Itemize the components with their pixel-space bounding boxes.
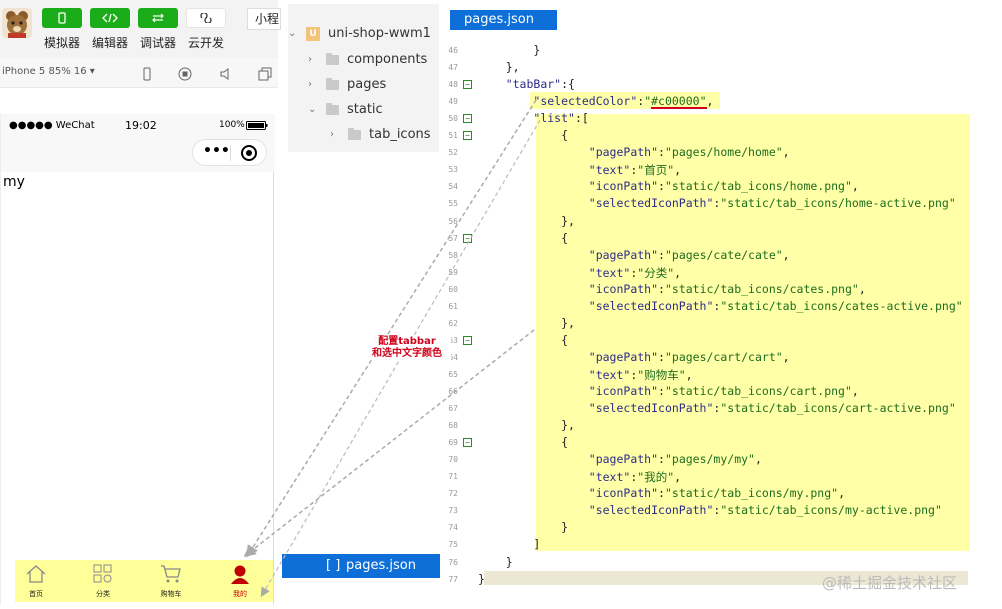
arrow-selected-color (246, 99, 537, 558)
watermark: @稀土掘金技术社区 (822, 574, 958, 592)
annotation-callout: 配置tabbar 和选中文字颜色 (363, 336, 451, 360)
annotation-arrows (243, 99, 541, 598)
annotation-line-2: 和选中文字颜色 (372, 348, 442, 359)
annotation-line-1: 配置tabbar (378, 336, 436, 347)
screenshot-root: { "toolbar": { "tools": [ {"label": "模拟器… (0, 0, 1002, 609)
arrow-list (243, 329, 535, 557)
